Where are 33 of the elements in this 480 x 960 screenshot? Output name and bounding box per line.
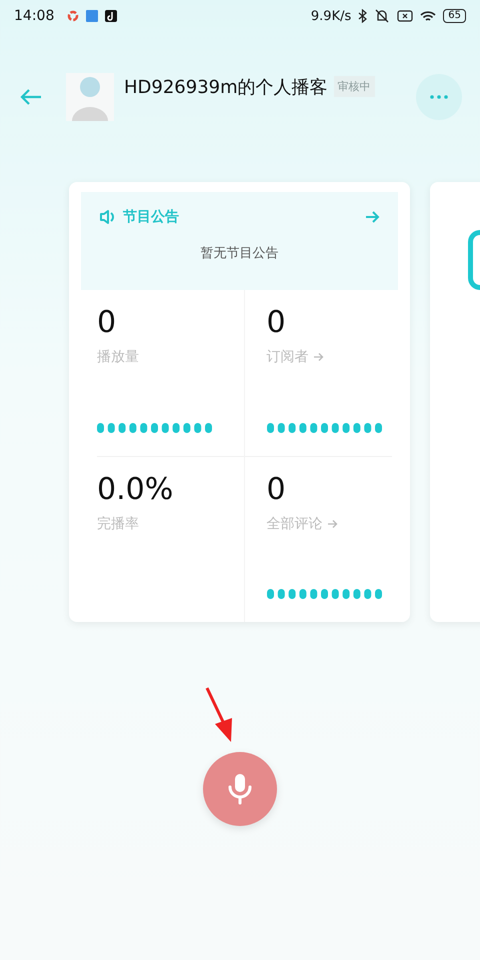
- stat-value: 0: [266, 472, 287, 506]
- wifi-icon: [420, 10, 436, 22]
- arrow-icon: [205, 686, 235, 744]
- stat-value: 0.0%: [97, 472, 174, 506]
- bluetooth-icon: [358, 9, 368, 23]
- stat-label: 播放量: [97, 348, 139, 366]
- microphone-icon: [227, 773, 253, 805]
- notice-text: 暂无节目公告: [200, 245, 278, 262]
- arrow-right-icon: [312, 352, 324, 362]
- app-icon: [105, 10, 118, 22]
- speaker-icon: [99, 209, 117, 225]
- podcast-title: HD926939m的个人播客: [124, 76, 328, 99]
- stat-value: 0: [97, 306, 118, 340]
- avatar-icon: [66, 73, 114, 121]
- network-speed: 9.9K/s: [310, 8, 352, 24]
- arrow-right-icon: [326, 518, 338, 528]
- app-icon: [86, 10, 98, 22]
- stat-label: 完播率: [97, 514, 139, 532]
- notice-title: 节目公告: [123, 208, 179, 226]
- arrow-right-icon: [365, 211, 380, 223]
- more-button[interactable]: [416, 74, 462, 120]
- more-icon: [430, 95, 448, 99]
- stat-label[interactable]: 订阅者: [266, 348, 308, 366]
- review-status-badge: 审核中: [334, 76, 375, 97]
- sim-icon: [397, 10, 414, 22]
- notice-panel[interactable]: 节目公告 暂无节目公告: [81, 192, 398, 290]
- app-icon: [67, 10, 80, 22]
- stat-label[interactable]: 全部评论: [266, 514, 322, 532]
- bell-muted-icon: [374, 9, 390, 23]
- status-time: 14:08: [14, 8, 54, 24]
- stat-value: 0: [266, 306, 287, 340]
- back-arrow-icon: [20, 89, 42, 105]
- battery-indicator: 65: [443, 9, 466, 23]
